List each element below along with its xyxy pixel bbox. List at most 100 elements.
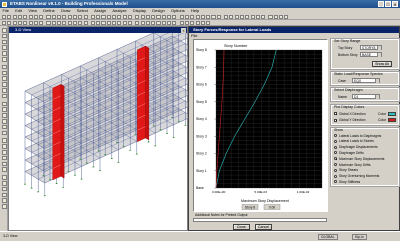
toolbar-button[interactable] — [46, 14, 51, 19]
toolbar-button[interactable] — [39, 20, 44, 25]
toolbar-button[interactable] — [72, 20, 78, 25]
toolbar-button[interactable] — [62, 14, 67, 19]
minimize-button[interactable]: _ — [378, 1, 384, 7]
tool-button[interactable] — [1, 130, 7, 136]
toolbar-button[interactable] — [172, 20, 177, 25]
show-option-radio[interactable] — [334, 134, 337, 137]
global-x-color-swatch[interactable] — [388, 111, 396, 116]
toolbar-button[interactable] — [101, 20, 106, 25]
tool-button[interactable] — [1, 113, 7, 118]
toolbar-button[interactable] — [273, 14, 278, 19]
toolbar-button[interactable] — [161, 14, 166, 19]
toolbar-button[interactable] — [7, 20, 12, 25]
toolbar-button[interactable] — [57, 14, 62, 19]
tool-button[interactable] — [1, 204, 7, 209]
toolbar-button[interactable] — [83, 20, 88, 25]
toolbar-button[interactable] — [28, 14, 33, 19]
show-option-radio[interactable] — [334, 168, 337, 172]
toolbar-button[interactable] — [156, 14, 161, 19]
tool-button[interactable] — [1, 181, 7, 186]
toolbar-button[interactable] — [12, 14, 17, 19]
toolbar-button[interactable] — [172, 14, 177, 19]
show-option-radio[interactable] — [334, 163, 337, 166]
toolbar-button[interactable] — [90, 20, 95, 25]
toolbar-button[interactable] — [51, 14, 56, 19]
toolbar-button[interactable] — [279, 14, 284, 19]
toolbar-button[interactable] — [195, 14, 200, 19]
toolbar-button[interactable] — [145, 14, 150, 19]
toolbar-button[interactable] — [135, 14, 140, 19]
toolbar-button[interactable] — [17, 20, 23, 25]
tool-button[interactable] — [1, 119, 7, 124]
tool-button[interactable] — [1, 150, 7, 155]
tool-button[interactable] — [1, 39, 7, 45]
toolbar-button[interactable] — [17, 14, 23, 19]
toolbar-button[interactable] — [96, 14, 101, 19]
toolbar-button[interactable] — [83, 14, 88, 19]
tool-button[interactable] — [1, 76, 7, 81]
toolbar-button[interactable] — [145, 20, 150, 25]
toolbar-button[interactable] — [261, 14, 266, 19]
toolbar-button[interactable] — [200, 20, 205, 25]
tool-button[interactable] — [1, 138, 7, 143]
toolbar-button[interactable] — [268, 14, 273, 19]
show-option-radio[interactable] — [334, 139, 337, 143]
toolbar-button[interactable] — [2, 20, 7, 25]
tool-button[interactable] — [1, 192, 7, 198]
toolbar-button[interactable] — [106, 20, 111, 25]
show-option-radio[interactable] — [334, 151, 337, 155]
toolbar-button[interactable] — [216, 14, 221, 19]
show-option-radio[interactable] — [334, 180, 337, 184]
toolbar-button[interactable] — [117, 20, 122, 25]
toolbar-button[interactable] — [156, 20, 161, 25]
toolbar-button[interactable] — [117, 14, 122, 19]
toolbar-button[interactable] — [28, 20, 33, 25]
toolbar-button[interactable] — [122, 14, 127, 19]
tool-button[interactable] — [1, 88, 7, 93]
tool-button[interactable] — [1, 101, 7, 107]
toolbar-button[interactable] — [184, 20, 190, 25]
toolbar-button[interactable] — [161, 20, 166, 25]
close-button[interactable]: × — [392, 1, 398, 7]
toolbar-button[interactable] — [96, 20, 101, 25]
toolbar-button[interactable] — [67, 14, 72, 19]
show-option-radio[interactable] — [334, 174, 337, 178]
case-select[interactable]: EQX — [352, 78, 380, 83]
tool-button[interactable] — [1, 144, 7, 149]
global-x-checkbox[interactable] — [334, 112, 337, 115]
tool-button[interactable] — [1, 64, 7, 70]
show-option-radio[interactable] — [334, 157, 337, 161]
toolbar-button[interactable] — [62, 20, 67, 25]
toolbar-button[interactable] — [23, 20, 28, 25]
global-y-color-swatch[interactable] — [388, 118, 396, 122]
tool-button[interactable] — [1, 124, 7, 130]
tool-button[interactable] — [1, 57, 7, 62]
toolbar-button[interactable] — [46, 20, 51, 25]
toolbar-button[interactable] — [284, 14, 289, 19]
status-units-box[interactable]: Kip-in — [352, 233, 367, 240]
toolbar-button[interactable] — [101, 14, 106, 19]
toolbar-button[interactable] — [122, 20, 127, 25]
toolbar-button[interactable] — [224, 14, 229, 19]
toolbar-button[interactable] — [151, 20, 156, 25]
tool-button[interactable] — [1, 155, 7, 161]
show-option-radio[interactable] — [334, 145, 337, 149]
toolbar-button[interactable] — [190, 20, 195, 25]
toolbar-button[interactable] — [127, 20, 133, 25]
toolbar-button[interactable] — [206, 20, 211, 25]
tool-button[interactable] — [1, 51, 7, 56]
toolbar-button[interactable] — [255, 14, 260, 19]
toolbar-button[interactable] — [112, 14, 117, 19]
3d-view-close-button[interactable]: × — [181, 27, 186, 33]
toolbar-button[interactable] — [2, 14, 7, 19]
diaphragm-select[interactable]: D1 — [352, 94, 380, 99]
tool-button[interactable] — [1, 198, 7, 203]
show-all-button[interactable]: Show All — [372, 61, 392, 67]
global-y-checkbox[interactable] — [334, 118, 337, 122]
toolbar-button[interactable] — [33, 14, 38, 19]
tool-button[interactable] — [1, 175, 7, 180]
toolbar-button[interactable] — [167, 20, 172, 25]
toolbar-button[interactable] — [51, 20, 56, 25]
top-story-select[interactable]: STORY8 — [360, 45, 382, 50]
toolbar-button[interactable] — [167, 14, 172, 19]
